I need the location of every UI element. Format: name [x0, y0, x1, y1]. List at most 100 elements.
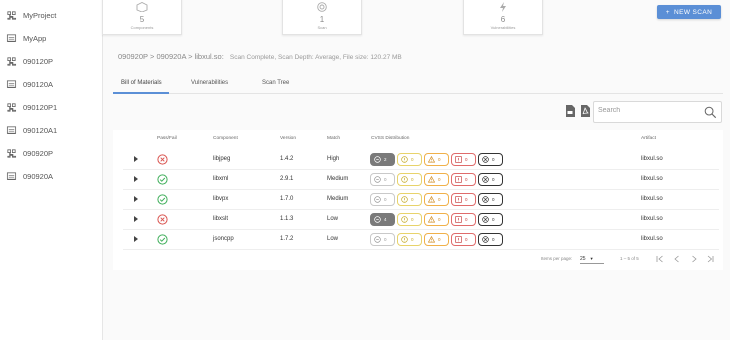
component-cell: libxml — [213, 176, 229, 182]
cvss-none-badge: 4 — [370, 213, 395, 226]
column-header-component[interactable]: Component — [213, 136, 238, 141]
table-row[interactable]: libvpx 1.7.0 Medium libxul.so 0 0 0 0 0 — [123, 190, 719, 210]
items-per-page-select[interactable]: 25 ▼ — [580, 254, 604, 264]
tab-vulnerabilities[interactable]: Vulnerabilities — [191, 80, 228, 86]
next-page-icon[interactable] — [690, 255, 698, 263]
active-tab-indicator — [113, 92, 169, 94]
csv-export-icon[interactable] — [565, 105, 575, 117]
cvss-high-badge: 0 — [451, 153, 476, 166]
dropdown-arrow-icon: ▼ — [589, 256, 594, 261]
severity-none-icon — [374, 176, 381, 183]
tab-scan-tree[interactable]: Scan Tree — [262, 80, 289, 86]
cvss-count: 0 — [411, 217, 414, 222]
cvss-count: 2 — [384, 157, 387, 162]
cvss-count: 0 — [465, 217, 468, 222]
last-page-icon[interactable] — [706, 255, 714, 263]
cvss-count: 0 — [492, 177, 495, 182]
component-cell: libvpx — [213, 196, 229, 202]
cvss-count: 0 — [384, 197, 387, 202]
tab-bill-of-materials[interactable]: Bill of Materials — [121, 80, 162, 86]
version-cell: 1.1.3 — [280, 216, 294, 222]
cvss-critical-badge: 0 — [478, 213, 503, 226]
expand-row-icon[interactable] — [134, 156, 138, 162]
sidebar-item-myapp[interactable]: MyApp — [6, 30, 46, 46]
application-icon — [6, 33, 17, 42]
severity-medium-icon — [428, 236, 435, 243]
project-tree-icon — [7, 56, 17, 66]
fail-x-icon — [157, 154, 168, 165]
cvss-low-badge: 0 — [397, 233, 422, 246]
cvss-distribution: 0 0 0 0 0 — [370, 193, 503, 206]
sidebar-item-myproject[interactable]: MyProject — [6, 7, 56, 23]
cube-icon — [136, 2, 148, 12]
sidebar-item-090120a1[interactable]: 090120A1 — [6, 122, 57, 138]
expand-row-icon[interactable] — [134, 216, 138, 222]
cvss-medium-badge: 0 — [424, 153, 449, 166]
cvss-count: 0 — [411, 177, 414, 182]
page-range: 1 – 5 of 5 — [620, 256, 639, 261]
breadcrumb-path: 090920P > 090920A > libxul.so: — [118, 52, 224, 61]
expand-row-icon[interactable] — [134, 236, 138, 242]
first-page-icon[interactable] — [656, 255, 664, 263]
cvss-none-badge: 0 — [370, 193, 395, 206]
column-header-match[interactable]: Match — [327, 136, 340, 141]
cvss-low-badge: 0 — [397, 153, 422, 166]
application-icon — [6, 171, 17, 180]
table-row[interactable]: libxml 2.9.1 Medium libxul.so 0 0 0 0 0 — [123, 170, 719, 190]
cvss-medium-badge: 0 — [424, 173, 449, 186]
column-header-pass-fail[interactable]: Pass/Fail — [157, 136, 177, 141]
expand-row-icon[interactable] — [134, 176, 138, 182]
cvss-count: 0 — [438, 157, 441, 162]
cvss-count: 0 — [492, 217, 495, 222]
cvss-low-badge: 0 — [397, 173, 422, 186]
artifact-cell: libxul.so — [641, 156, 663, 162]
column-header-artifact[interactable]: Artifact — [641, 136, 656, 141]
sidebar-item-090920a[interactable]: 090920A — [6, 168, 53, 184]
cvss-count: 0 — [465, 177, 468, 182]
cvss-high-badge: 0 — [451, 193, 476, 206]
component-cell: libxslt — [213, 216, 229, 222]
sidebar-item-090120a[interactable]: 090120A — [6, 76, 53, 92]
cvss-medium-badge: 0 — [424, 213, 449, 226]
components-stat-card: 5 Components — [102, 0, 182, 35]
component-cell: libjpeg — [213, 156, 231, 162]
expand-row-icon[interactable] — [134, 196, 138, 202]
severity-high-icon — [455, 196, 462, 203]
cvss-medium-badge: 0 — [424, 233, 449, 246]
search-icon[interactable] — [704, 106, 717, 119]
column-header-version[interactable]: Version — [280, 136, 296, 141]
sidebar-item-090920p[interactable]: 090920P — [6, 145, 53, 161]
vulnerabilities-stat-card: 6 Vulnerabilities — [463, 0, 543, 35]
new-scan-button[interactable]: + NEW SCAN — [657, 5, 721, 19]
component-cell: jsoncpp — [213, 236, 234, 242]
table-row[interactable]: libxslt 1.1.3 Low libxul.so 4 0 0 0 0 — [123, 210, 719, 230]
severity-high-icon — [455, 236, 462, 243]
match-cell: Medium — [327, 176, 349, 182]
pdf-export-icon[interactable] — [580, 105, 590, 117]
sidebar-item-090120p[interactable]: 090120P — [6, 53, 53, 69]
severity-high-icon — [455, 216, 462, 223]
severity-critical-icon — [482, 236, 489, 243]
cvss-low-badge: 0 — [397, 213, 422, 226]
severity-low-icon — [401, 236, 408, 243]
table-row[interactable]: jsoncpp 1.7.2 Low libxul.so 0 0 0 0 0 — [123, 230, 719, 250]
previous-page-icon[interactable] — [673, 255, 681, 263]
cvss-count: 0 — [384, 177, 387, 182]
severity-low-icon — [401, 216, 408, 223]
sidebar-item-label: 090120A1 — [23, 125, 58, 135]
cvss-count: 0 — [465, 237, 468, 242]
cvss-distribution: 2 0 0 0 0 — [370, 153, 503, 166]
cvss-critical-badge: 0 — [478, 173, 503, 186]
cvss-count: 0 — [411, 197, 414, 202]
severity-low-icon — [401, 176, 408, 183]
table-row[interactable]: libjpeg 1.4.2 High libxul.so 2 0 0 0 0 — [123, 150, 719, 170]
cvss-count: 0 — [438, 217, 441, 222]
sidebar-item-090120p1[interactable]: 090120P1 — [6, 99, 57, 115]
cvss-none-badge: 0 — [370, 173, 395, 186]
pass-check-icon — [157, 234, 168, 245]
severity-critical-icon — [482, 216, 489, 223]
cvss-count: 0 — [465, 197, 468, 202]
severity-medium-icon — [428, 156, 435, 163]
sidebar-item-label: MyApp — [23, 33, 47, 43]
search-input[interactable] — [598, 107, 698, 114]
